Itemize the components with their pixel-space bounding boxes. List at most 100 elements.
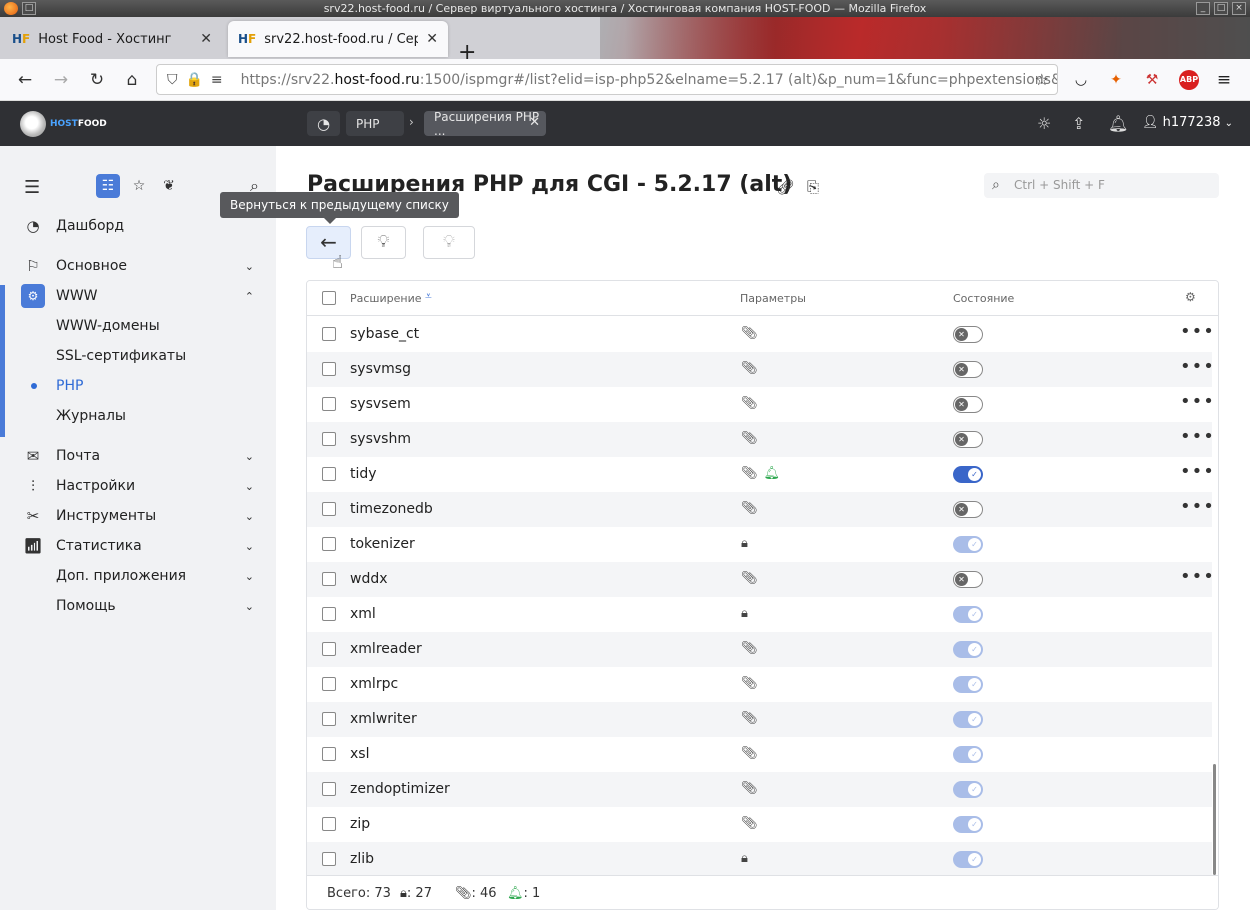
sidebar-item-settings[interactable]: ⫶ Настройки ⌄ [0,471,276,501]
row-checkbox[interactable] [322,537,336,551]
row-menu-icon[interactable]: ••• [1180,321,1215,342]
back-arrow-icon[interactable]: ← [15,70,35,90]
state-toggle[interactable]: ✕ [953,326,983,343]
dashboard-crumb-icon[interactable]: ◔ [307,111,340,136]
reload-icon[interactable]: ↻ [87,70,107,90]
table-row[interactable]: xsl 📎︎ ✓ [307,737,1212,772]
column-settings-gear-icon[interactable]: ⚙ [1185,290,1196,304]
table-row[interactable]: tidy 📎︎ 🔔︎ ✓ ••• [307,457,1215,492]
browser-tab-hostfood[interactable]: HF Host Food - Хостинг ✕ [2,21,222,57]
breadcrumb-php[interactable]: PHP [346,111,404,136]
tab-close-icon[interactable]: ✕ [200,31,212,47]
table-row[interactable]: xmlwriter 📎︎ ✓ [307,702,1212,737]
row-checkbox[interactable] [322,467,336,481]
back-to-list-button[interactable]: ← [306,226,351,259]
row-menu-icon[interactable]: ••• [1180,461,1215,482]
disable-extension-button[interactable]: 💡︎ [423,226,475,259]
close-window-button[interactable]: × [1232,2,1246,15]
window-menu-button[interactable]: □ [22,2,36,15]
table-row[interactable]: wddx 📎︎ ✕ ••• [307,562,1215,597]
theme-sun-icon[interactable]: ☼ [1037,114,1051,133]
forward-arrow-icon[interactable]: → [51,70,71,90]
sort-icon[interactable]: ⩡ [425,289,432,304]
close-crumb-icon[interactable]: ✕ [529,115,540,130]
scrollbar-thumb[interactable] [1213,764,1216,875]
table-row[interactable]: tokenizer 🔒︎ ✓ [307,527,1212,562]
sidebar-item-tools[interactable]: ✂ Инструменты ⌄ [0,501,276,531]
table-row[interactable]: sysvshm 📎︎ ✕ ••• [307,422,1215,457]
browser-tab-srv22[interactable]: HF srv22.host-food.ru / Серве ✕ [228,21,448,57]
upload-icon[interactable]: ⇪ [1072,114,1085,133]
pocket-icon[interactable]: ◡ [1071,70,1091,90]
sidebar-item-mail[interactable]: ✉ Почта ⌄ [0,441,276,471]
sidebar-item-apps[interactable]: Доп. приложения ⌄ [0,561,276,591]
row-menu-icon[interactable]: ••• [1180,426,1215,447]
sidebar-item-main[interactable]: ⚐ Основное ⌄ [0,251,276,281]
extension-fox-icon[interactable]: ✦ [1106,70,1126,90]
footprints-icon[interactable]: ❦ [157,174,181,198]
table-row[interactable]: xmlreader 📎︎ ✓ [307,632,1212,667]
table-row[interactable]: zendoptimizer 📎︎ ✓ [307,772,1212,807]
user-menu[interactable]: 👤︎ h177238 ⌄ [1142,115,1233,130]
row-menu-icon[interactable]: ••• [1180,356,1215,377]
table-row[interactable]: xml 🔒︎ ✓ [307,597,1212,632]
home-icon[interactable]: ⌂ [122,70,142,90]
state-toggle[interactable]: ✕ [953,396,983,413]
sidebar-item-logs[interactable]: Журналы [0,401,276,431]
menu-list-icon[interactable]: ☷ [96,174,120,198]
row-checkbox[interactable] [322,432,336,446]
app-menu-icon[interactable]: ≡ [1214,70,1234,90]
minimize-button[interactable]: _ [1196,2,1210,15]
row-checkbox[interactable] [322,712,336,726]
breadcrumb-current[interactable]: Расширения PHP ... ✕ [424,110,546,138]
select-all-checkbox[interactable] [322,291,336,305]
sidebar-item-ssl[interactable]: SSL-сертификаты [0,341,276,371]
sidebar-item-php[interactable]: PHP [0,371,276,401]
site-info-icons[interactable]: ⛉🔒≡ [167,72,231,88]
maximize-button[interactable]: □ [1214,2,1228,15]
row-menu-icon[interactable]: ••• [1180,566,1215,587]
row-menu-icon[interactable]: ••• [1180,391,1215,412]
column-header-params[interactable]: Параметры [740,292,806,305]
link-icon[interactable]: 🔗︎ [776,178,807,196]
state-toggle[interactable]: ✓ [953,466,983,483]
url-bar[interactable]: ⛉🔒≡ https://srv22. host-food.ru:1500/ispm… [156,64,1058,95]
row-menu-icon[interactable]: ••• [1180,496,1215,517]
row-checkbox[interactable] [322,852,336,866]
column-header-extension[interactable]: Расширение [350,292,422,305]
column-header-state[interactable]: Состояние [953,292,1014,305]
table-row[interactable]: zip 📎︎ ✓ [307,807,1212,842]
row-checkbox[interactable] [322,782,336,796]
favorites-star-icon[interactable]: ☆ [127,174,151,198]
table-row[interactable]: sysvsem 📎︎ ✕ ••• [307,387,1215,422]
table-row[interactable]: sysvmsg 📎︎ ✕ ••• [307,352,1215,387]
row-checkbox[interactable] [322,817,336,831]
sidebar-item-www-domains[interactable]: WWW-домены [0,311,276,341]
row-checkbox[interactable] [322,502,336,516]
table-row[interactable]: sybase_ct 📎︎ ✕ ••• [307,317,1215,352]
row-checkbox[interactable] [322,747,336,761]
state-toggle[interactable]: ✕ [953,571,983,588]
table-search-input[interactable]: ⌕ Ctrl + Shift + F [984,173,1219,198]
bookmark-star-icon[interactable]: ☆ [1035,70,1049,89]
sidebar-item-help[interactable]: Помощь ⌄ [0,591,276,621]
extension-tools-icon[interactable]: ⚒ [1142,70,1162,90]
hamburger-menu-icon[interactable]: ☰ [24,177,40,198]
state-toggle[interactable]: ✕ [953,431,983,448]
row-checkbox[interactable] [322,362,336,376]
tab-close-icon[interactable]: ✕ [426,31,438,47]
row-checkbox[interactable] [322,327,336,341]
table-row[interactable]: xmlrpc 📎︎ ✓ [307,667,1212,702]
sidebar-item-statistics[interactable]: 📶︎ Статистика ⌄ [0,531,276,561]
download-icon[interactable]: ⎘ [807,178,831,196]
state-toggle[interactable]: ✕ [953,501,983,518]
row-checkbox[interactable] [322,677,336,691]
row-checkbox[interactable] [322,572,336,586]
table-scrollbar[interactable] [1212,317,1217,875]
hostfood-logo[interactable]: HOSTFOOD [20,111,107,137]
row-checkbox[interactable] [322,607,336,621]
sidebar-item-www[interactable]: ⚙ WWW ⌃ [0,281,276,311]
notifications-bell-icon[interactable]: 🔔︎ [1108,114,1128,133]
table-row[interactable]: timezonedb 📎︎ ✕ ••• [307,492,1215,527]
row-checkbox[interactable] [322,397,336,411]
